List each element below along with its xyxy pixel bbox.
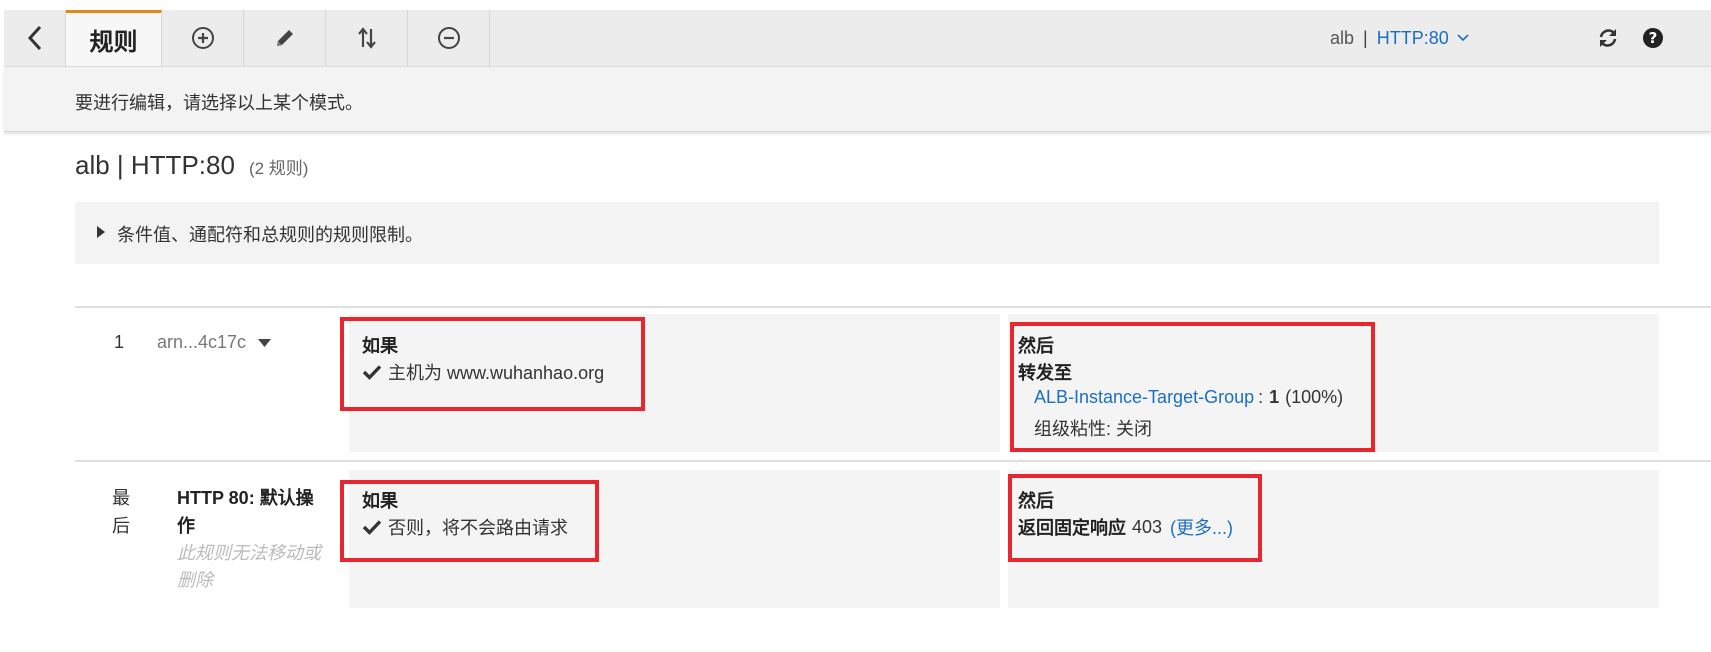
add-rule-button[interactable] (162, 10, 244, 66)
svg-text:?: ? (1649, 29, 1658, 47)
highlight-box (1008, 474, 1262, 562)
highlight-box (340, 317, 645, 411)
rule-limits-expander[interactable]: 条件值、通配符和总规则的规则限制。 (75, 202, 1659, 264)
rule-arn: arn...4c17c (157, 332, 247, 352)
refresh-button[interactable] (1596, 10, 1620, 66)
highlight-box (340, 480, 599, 562)
load-balancer-name: alb (1330, 27, 1355, 48)
caret-right-icon (97, 226, 105, 238)
delete-rule-button[interactable] (408, 10, 490, 66)
mode-hint-bar: 要进行编辑，请选择以上某个模式。 (4, 67, 1711, 132)
chevron-down-icon (1457, 34, 1469, 42)
mode-hint-text: 要进行编辑，请选择以上某个模式。 (75, 93, 363, 113)
reorder-rules-button[interactable] (326, 10, 408, 66)
help-button[interactable]: ? (1641, 10, 1665, 66)
rule-count: (2 规则) (248, 159, 309, 178)
page-title: alb | HTTP:80 (2 规则) (75, 150, 308, 181)
edit-rule-button[interactable] (244, 10, 326, 66)
listener-name: HTTP:80 (1376, 27, 1449, 48)
chevron-left-icon (27, 25, 41, 51)
help-circle-icon: ? (1643, 28, 1663, 48)
listener-selector[interactable]: alb | HTTP:80 (1330, 10, 1469, 66)
default-rule-note: 此规则无法移动或删除 (177, 543, 321, 590)
divider (75, 306, 1711, 308)
sort-arrows-icon (357, 27, 376, 49)
back-button[interactable] (4, 10, 66, 66)
refresh-icon (1599, 29, 1617, 47)
toolbar: 规则 alb | HTTP:80 ? (4, 10, 1711, 67)
rule-limits-text: 条件值、通配符和总规则的规则限制。 (117, 225, 423, 245)
default-rule-name: HTTP 80: 默认操作 (177, 488, 314, 536)
rule-number-last: 最后 (112, 488, 130, 536)
pencil-icon (276, 30, 293, 46)
rule-number: 1 (114, 332, 125, 352)
divider (75, 460, 1711, 462)
rule-arn-dropdown[interactable]: arn...4c17c (157, 332, 272, 353)
tab-rules[interactable]: 规则 (66, 10, 162, 66)
listener-separator: | (1363, 27, 1368, 48)
caret-down-icon (258, 338, 272, 347)
tab-rules-label: 规则 (89, 29, 138, 56)
minus-circle-icon (437, 27, 460, 49)
highlight-box (1010, 322, 1375, 452)
page-title-text: alb | HTTP:80 (75, 150, 235, 180)
plus-circle-icon (191, 27, 214, 49)
